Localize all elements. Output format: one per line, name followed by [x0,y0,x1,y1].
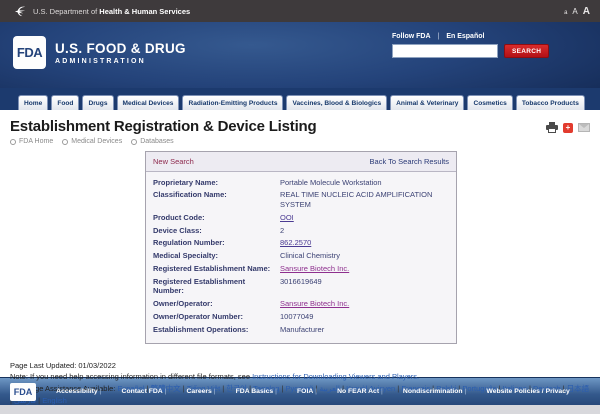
header-links: Follow FDA | En Español [392,33,552,40]
row-value: Portable Molecule Workstation [280,178,449,188]
footer-link[interactable]: Nondiscrimination [403,388,466,395]
page-action-icons: + [546,122,590,133]
table-row: Classification Name: REAL TIME NUCLEIC A… [153,189,449,212]
device-details-table: Proprietary Name: Portable Molecule Work… [146,172,456,343]
breadcrumb: FDA Home Medical Devices Databases [10,138,316,145]
table-row: Registered Establishment Number: 3016619… [153,275,449,298]
follow-fda-link[interactable]: Follow FDA [392,33,431,40]
table-row: Regulation Number: 862.2570 [153,237,449,250]
share-icon[interactable]: + [563,123,573,133]
nav-tab[interactable]: Food [51,95,79,110]
row-label: Establishment Operations: [153,325,280,335]
nav-tab[interactable]: Cosmetics [467,95,512,110]
last-updated-text: Page Last Updated: 01/03/2022 [10,360,590,371]
row-value: Clinical Chemistry [280,251,449,261]
row-value: Manufacturer [280,325,449,335]
breadcrumb-link[interactable]: FDA Home [10,138,53,145]
nav-tab[interactable]: Tobacco Products [516,95,585,110]
fda-logo-block[interactable]: FDA U.S. FOOD & DRUG ADMINISTRATION [13,36,186,69]
row-value: Sansure Biotech Inc. [280,299,449,309]
search-button[interactable]: SEARCH [504,44,549,58]
row-value: Sansure Biotech Inc. [280,264,449,274]
device-listing-panel: New Search Back To Search Results Propri… [145,151,457,344]
page-bottom-strip [0,405,600,414]
print-icon[interactable] [546,122,558,133]
email-icon[interactable] [578,123,590,132]
footer-link[interactable]: No FEAR Act [337,388,383,395]
table-row: Owner/Operator: Sansure Biotech Inc. [153,298,449,311]
footer-link[interactable]: Contact FDA [122,388,167,395]
panel-header: New Search Back To Search Results [146,152,456,172]
breadcrumb-bullet-icon [131,139,137,145]
table-row: Product Code: OOI [153,211,449,224]
title-row: Establishment Registration & Device List… [10,110,590,145]
row-value: 2 [280,226,449,236]
font-size-controls: a A A [564,6,590,17]
row-label: Owner/Operator Number: [153,312,280,322]
font-size-large-button[interactable]: A [583,6,590,17]
row-value: OOI [280,213,449,223]
main-nav: Home Food Drugs Medical Devices Radiatio… [0,88,600,110]
font-size-small-button[interactable]: a [564,10,567,16]
table-row: Medical Specialty: Clinical Chemistry [153,250,449,263]
footer-link[interactable]: Careers [187,388,216,395]
en-espanol-link[interactable]: En Español [446,33,484,40]
footer-link[interactable]: FOIA [297,388,317,395]
footer-link[interactable]: Accessibility [56,388,101,395]
breadcrumb-bullet-icon [62,139,68,145]
row-label: Owner/Operator: [153,299,280,309]
row-label: Registered Establishment Name: [153,264,280,274]
table-row: Establishment Operations: Manufacturer [153,323,449,336]
header-utilities: Follow FDA | En Español SEARCH [392,33,552,58]
language-link[interactable]: English [42,396,67,405]
nav-tab[interactable]: Drugs [82,95,113,110]
nav-tab[interactable]: Animal & Veterinary [390,95,464,110]
footer-links: Accessibility Contact FDA Careers FDA Ba… [36,388,590,395]
header-search: SEARCH [392,44,552,58]
main-content: Establishment Registration & Device List… [0,110,600,377]
table-row: Device Class: 2 [153,224,449,237]
hhs-eagle-icon [14,5,27,18]
nav-tab[interactable]: Medical Devices [117,95,180,110]
row-value: 862.2570 [280,238,449,248]
search-input[interactable] [392,44,498,58]
nav-tab[interactable]: Radiation-Emitting Products [182,95,283,110]
new-search-link[interactable]: New Search [153,157,194,166]
row-label: Registered Establishment Number: [153,277,280,297]
table-row: Registered Establishment Name: Sansure B… [153,262,449,275]
title-block: Establishment Registration & Device List… [10,110,316,145]
row-label: Proprietary Name: [153,178,280,188]
footer-link[interactable]: FDA Basics [236,388,277,395]
fda-wordmark: U.S. FOOD & DRUG ADMINISTRATION [55,41,186,65]
header-link-divider: | [438,33,440,40]
table-row: Owner/Operator Number: 10077049 [153,310,449,323]
back-to-search-results-link[interactable]: Back To Search Results [370,157,449,166]
row-label: Product Code: [153,213,280,223]
nav-tab[interactable]: Vaccines, Blood & Biologics [286,95,387,110]
font-size-medium-button[interactable]: A [572,7,577,16]
page-title: Establishment Registration & Device List… [10,118,316,135]
table-row: Proprietary Name: Portable Molecule Work… [153,176,449,189]
fda-header: FDA U.S. FOOD & DRUG ADMINISTRATION Foll… [0,22,600,88]
breadcrumb-link[interactable]: Databases [131,138,173,145]
viewers-players-link[interactable]: Instructions for Downloading Viewers and… [252,372,419,381]
row-label: Device Class: [153,226,280,236]
fda-logo: FDA [13,36,46,69]
nav-tab[interactable]: Home [18,95,48,110]
row-label: Classification Name: [153,190,280,210]
breadcrumb-bullet-icon [10,139,16,145]
footer-link[interactable]: Website Policies / Privacy [486,388,569,395]
hhs-label: U.S. Department of Health & Human Servic… [33,7,190,16]
breadcrumb-link[interactable]: Medical Devices [62,138,122,145]
row-value: 10077049 [280,312,449,322]
hhs-top-bar: U.S. Department of Health & Human Servic… [0,0,600,22]
footer-fda-logo[interactable]: FDA [10,383,36,401]
row-label: Medical Specialty: [153,251,280,261]
row-value: 3016619649 [280,277,449,297]
row-value: REAL TIME NUCLEIC ACID AMPLIFICATION SYS… [280,190,449,210]
row-label: Regulation Number: [153,238,280,248]
